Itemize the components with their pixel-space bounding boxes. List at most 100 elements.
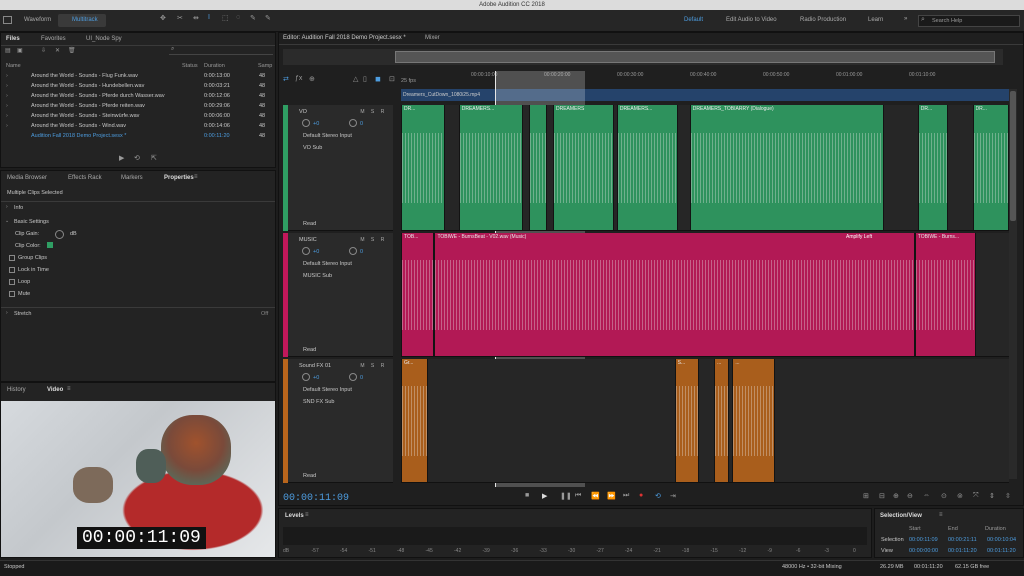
track-input-select[interactable]: Default Stereo Input bbox=[303, 261, 352, 267]
track-lane[interactable]: DR... DREAMERS... DREAMERS DREAMERS... DREAM… bbox=[401, 105, 1009, 231]
solo-button[interactable]: S bbox=[369, 363, 376, 369]
volume-knob[interactable] bbox=[302, 373, 310, 381]
file-item[interactable]: Around the World - Sounds - Pferde reite… bbox=[31, 103, 145, 109]
zoom-out-time-icon[interactable]: ⊖ bbox=[907, 492, 913, 500]
tab-properties[interactable]: Properties bbox=[164, 175, 194, 181]
selection-start[interactable]: 00:00:11:09 bbox=[909, 537, 938, 543]
tab-favorites[interactable]: Favorites bbox=[41, 36, 66, 42]
automation-mode-select[interactable]: Read bbox=[303, 347, 316, 353]
lasso-tool-icon[interactable]: ◌ bbox=[236, 14, 240, 21]
panel-menu-icon[interactable]: ≡ bbox=[194, 174, 198, 180]
audio-clip[interactable]: S... bbox=[674, 359, 699, 482]
mute-button[interactable]: M bbox=[359, 109, 366, 115]
zoom-in-time-icon[interactable]: ⊕ bbox=[893, 492, 899, 500]
expand-chevron-icon[interactable]: › bbox=[6, 83, 8, 89]
zoom-tracks-out-icon[interactable]: ⇳ bbox=[1005, 492, 1011, 500]
bus-icon[interactable]: ⊕ bbox=[309, 75, 315, 83]
marker-icon[interactable]: ⊡ bbox=[389, 75, 395, 83]
rewind-icon[interactable]: ⏪ bbox=[591, 492, 600, 500]
view-start[interactable]: 00:00:00:00 bbox=[909, 548, 938, 554]
close-file-icon[interactable]: ✕ bbox=[55, 47, 60, 54]
tab-levels[interactable]: Levels bbox=[285, 513, 304, 519]
snapping-icon[interactable]: ⇄ bbox=[283, 75, 289, 83]
file-item[interactable]: Around the World - Sounds - Steinwürfe.w… bbox=[31, 113, 139, 119]
skip-selection-icon[interactable]: ⇥ bbox=[670, 492, 676, 500]
chevron-right-icon[interactable]: › bbox=[6, 204, 8, 210]
vertical-scrollbar[interactable] bbox=[1009, 89, 1017, 479]
current-timecode[interactable]: 00:00:11:09 bbox=[283, 493, 349, 504]
track-header[interactable]: MUSIC M S R +0 0 Default Stereo Input MUSIC Sub… bbox=[283, 233, 393, 357]
audio-clip[interactable]: DR... bbox=[401, 105, 445, 230]
col-duration[interactable]: Duration bbox=[204, 63, 225, 69]
search-help-field[interactable]: ⌕ Search Help bbox=[918, 15, 1020, 27]
zoom-out-amplitude-icon[interactable]: ⊟ bbox=[879, 492, 885, 500]
track-name[interactable]: VO bbox=[299, 109, 307, 115]
pan-knob[interactable] bbox=[349, 373, 357, 381]
new-file-icon[interactable]: ▣ bbox=[17, 47, 23, 54]
tab-markers[interactable]: Markers bbox=[121, 175, 143, 181]
pan-knob[interactable] bbox=[349, 247, 357, 255]
waveform-view-button[interactable]: Waveform bbox=[24, 17, 51, 23]
track-lane[interactable]: TOB... TOBIWE - BurnsBeat - V02.wav (Musi… bbox=[401, 233, 1009, 357]
track-volume[interactable]: +0 bbox=[313, 249, 319, 255]
track-name[interactable]: MUSIC bbox=[299, 237, 317, 243]
solo-button[interactable]: S bbox=[369, 109, 376, 115]
track-pan[interactable]: 0 bbox=[360, 375, 363, 381]
checkbox[interactable] bbox=[9, 255, 15, 261]
video-track[interactable]: Dreamers_CutDown_1080i25.mp4 bbox=[401, 89, 1009, 101]
go-to-end-icon[interactable]: ⏭ bbox=[623, 492, 629, 500]
zoom-in-amplitude-icon[interactable]: ⊞ bbox=[863, 492, 869, 500]
track-name[interactable]: Sound FX 01 bbox=[299, 363, 331, 369]
pause-icon[interactable]: ❚❚ bbox=[560, 492, 572, 500]
more-workspaces-button[interactable]: » bbox=[904, 16, 907, 22]
time-selection-tool-icon[interactable]: I bbox=[208, 14, 210, 21]
razor-tool-icon[interactable]: ✂ bbox=[177, 14, 183, 22]
clip-color-swatch[interactable] bbox=[47, 242, 53, 248]
zoom-in-point-icon[interactable]: ⊙ bbox=[941, 492, 947, 500]
zoom-out-full-icon[interactable]: ⇔ bbox=[923, 492, 930, 499]
panel-menu-icon[interactable]: ≡ bbox=[67, 386, 71, 392]
volume-knob[interactable] bbox=[302, 119, 310, 127]
file-item[interactable]: Around the World - Sounds - Hundebellen.… bbox=[31, 83, 144, 89]
file-item[interactable]: Audition Fall 2018 Demo Project.sesx * bbox=[31, 133, 126, 139]
checkbox[interactable] bbox=[9, 291, 15, 297]
view-duration[interactable]: 00:01:11:20 bbox=[987, 548, 1016, 554]
tab-selection-view[interactable]: Selection/View bbox=[880, 513, 922, 519]
multitrack-view-button[interactable]: Multitrack bbox=[58, 14, 106, 27]
pan-knob[interactable] bbox=[349, 119, 357, 127]
automation-mode-select[interactable]: Read bbox=[303, 221, 316, 227]
play-icon[interactable]: ▶ bbox=[542, 492, 547, 500]
workspace-edit-audio-to-video[interactable]: Edit Audio to Video bbox=[726, 17, 777, 23]
arm-record-button[interactable]: R bbox=[379, 363, 386, 369]
file-item[interactable]: Around the World - Sounds - Pferde durch… bbox=[31, 93, 165, 99]
file-search-input[interactable]: ⌕ bbox=[169, 46, 273, 55]
audio-clip[interactable]: ... bbox=[714, 359, 730, 482]
col-name[interactable]: Name bbox=[6, 63, 21, 69]
expand-chevron-icon[interactable]: › bbox=[6, 113, 8, 119]
tab-media-browser[interactable]: Media Browser bbox=[7, 175, 47, 181]
panel-menu-icon[interactable]: ≡ bbox=[939, 512, 943, 518]
col-samp[interactable]: Samp bbox=[258, 63, 272, 69]
expand-chevron-icon[interactable]: › bbox=[6, 123, 8, 129]
tab-effects-rack[interactable]: Effects Rack bbox=[68, 175, 102, 181]
import-icon[interactable]: ⇩ bbox=[41, 47, 46, 54]
audio-clip[interactable]: Gr... bbox=[401, 359, 429, 482]
audio-clip[interactable]: TOB... bbox=[401, 233, 435, 356]
track-pan[interactable]: 0 bbox=[360, 249, 363, 255]
tab-files[interactable]: Files bbox=[6, 36, 20, 42]
audio-clip[interactable]: DR... bbox=[917, 105, 949, 230]
stop-icon[interactable]: ■ bbox=[525, 492, 529, 499]
export-icon[interactable]: ⇱ bbox=[151, 154, 157, 162]
tab-ui-node-spy[interactable]: UI_Node Spy bbox=[86, 36, 122, 42]
audio-clip[interactable]: ... bbox=[732, 359, 775, 482]
spot-healing-icon[interactable]: ✎ bbox=[265, 14, 271, 22]
slip-tool-icon[interactable]: ⇹ bbox=[193, 14, 199, 22]
brush-tool-icon[interactable]: ✎ bbox=[250, 14, 256, 22]
fx-icon[interactable]: ƒx bbox=[295, 75, 302, 82]
overview-bar[interactable] bbox=[283, 49, 1003, 65]
arm-record-button[interactable]: R bbox=[379, 109, 386, 115]
mute-button[interactable]: M bbox=[359, 237, 366, 243]
overview-zoom-thumb[interactable] bbox=[395, 51, 995, 63]
automation-mode-select[interactable]: Read bbox=[303, 473, 316, 479]
panel-menu-icon[interactable]: ≡ bbox=[305, 512, 309, 518]
